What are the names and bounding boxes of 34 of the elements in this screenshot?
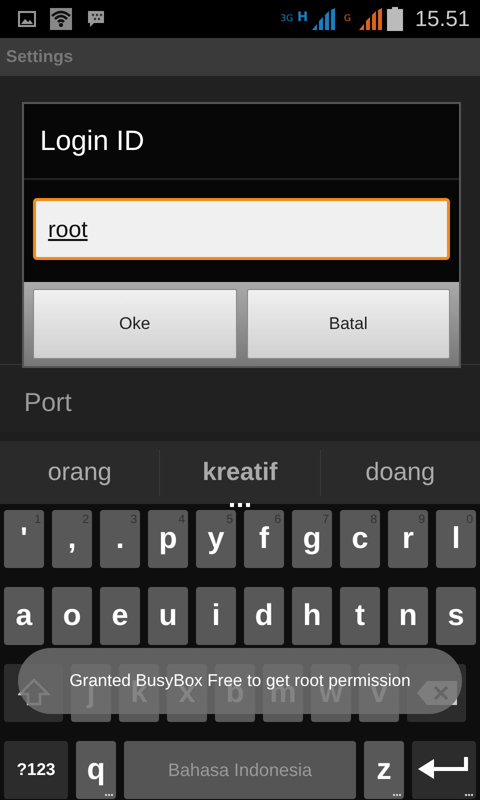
clock: 15.51 <box>414 6 470 32</box>
signal-icon <box>312 8 336 30</box>
input-field[interactable]: root <box>33 198 450 260</box>
suggestion[interactable]: orang <box>0 458 160 487</box>
more-icon <box>230 503 250 507</box>
dialog-button[interactable]: Oke <box>33 289 236 359</box>
keyboard-key[interactable]: i <box>196 587 236 645</box>
suggestion[interactable]: doang <box>320 458 480 487</box>
dialog-title: Login ID <box>24 104 459 180</box>
keyboard-key[interactable]: h <box>292 587 332 645</box>
enter-key[interactable] <box>412 741 476 799</box>
symbols-key[interactable]: ?123 <box>4 741 68 799</box>
keyboard-key[interactable]: z <box>364 741 404 799</box>
keyboard-key[interactable]: e <box>100 587 140 645</box>
screen-title: Settings <box>6 47 74 67</box>
keyboard-key[interactable]: t <box>340 587 380 645</box>
suggestion[interactable]: kreatif <box>160 458 320 487</box>
network-label: H <box>297 10 308 25</box>
keyboard-key[interactable]: s <box>436 587 476 645</box>
signal-icon <box>358 8 383 30</box>
keyboard-key[interactable]: n <box>388 587 428 645</box>
keyboard-key[interactable]: a <box>4 587 44 645</box>
battery-icon <box>386 7 403 31</box>
keyboard-key[interactable]: o <box>52 587 92 645</box>
chat-icon <box>86 9 106 29</box>
dialog-button[interactable]: Batal <box>246 289 450 359</box>
network-label: G <box>344 14 351 24</box>
keyboard-key[interactable]: q <box>76 741 116 799</box>
setting-item[interactable]: Port <box>0 365 480 418</box>
picture-icon <box>18 11 36 27</box>
wifi-icon <box>50 8 72 30</box>
keyboard-key[interactable]: u <box>148 587 188 645</box>
keyboard-key[interactable]: d <box>244 587 284 645</box>
network-label: 3G <box>280 14 294 24</box>
